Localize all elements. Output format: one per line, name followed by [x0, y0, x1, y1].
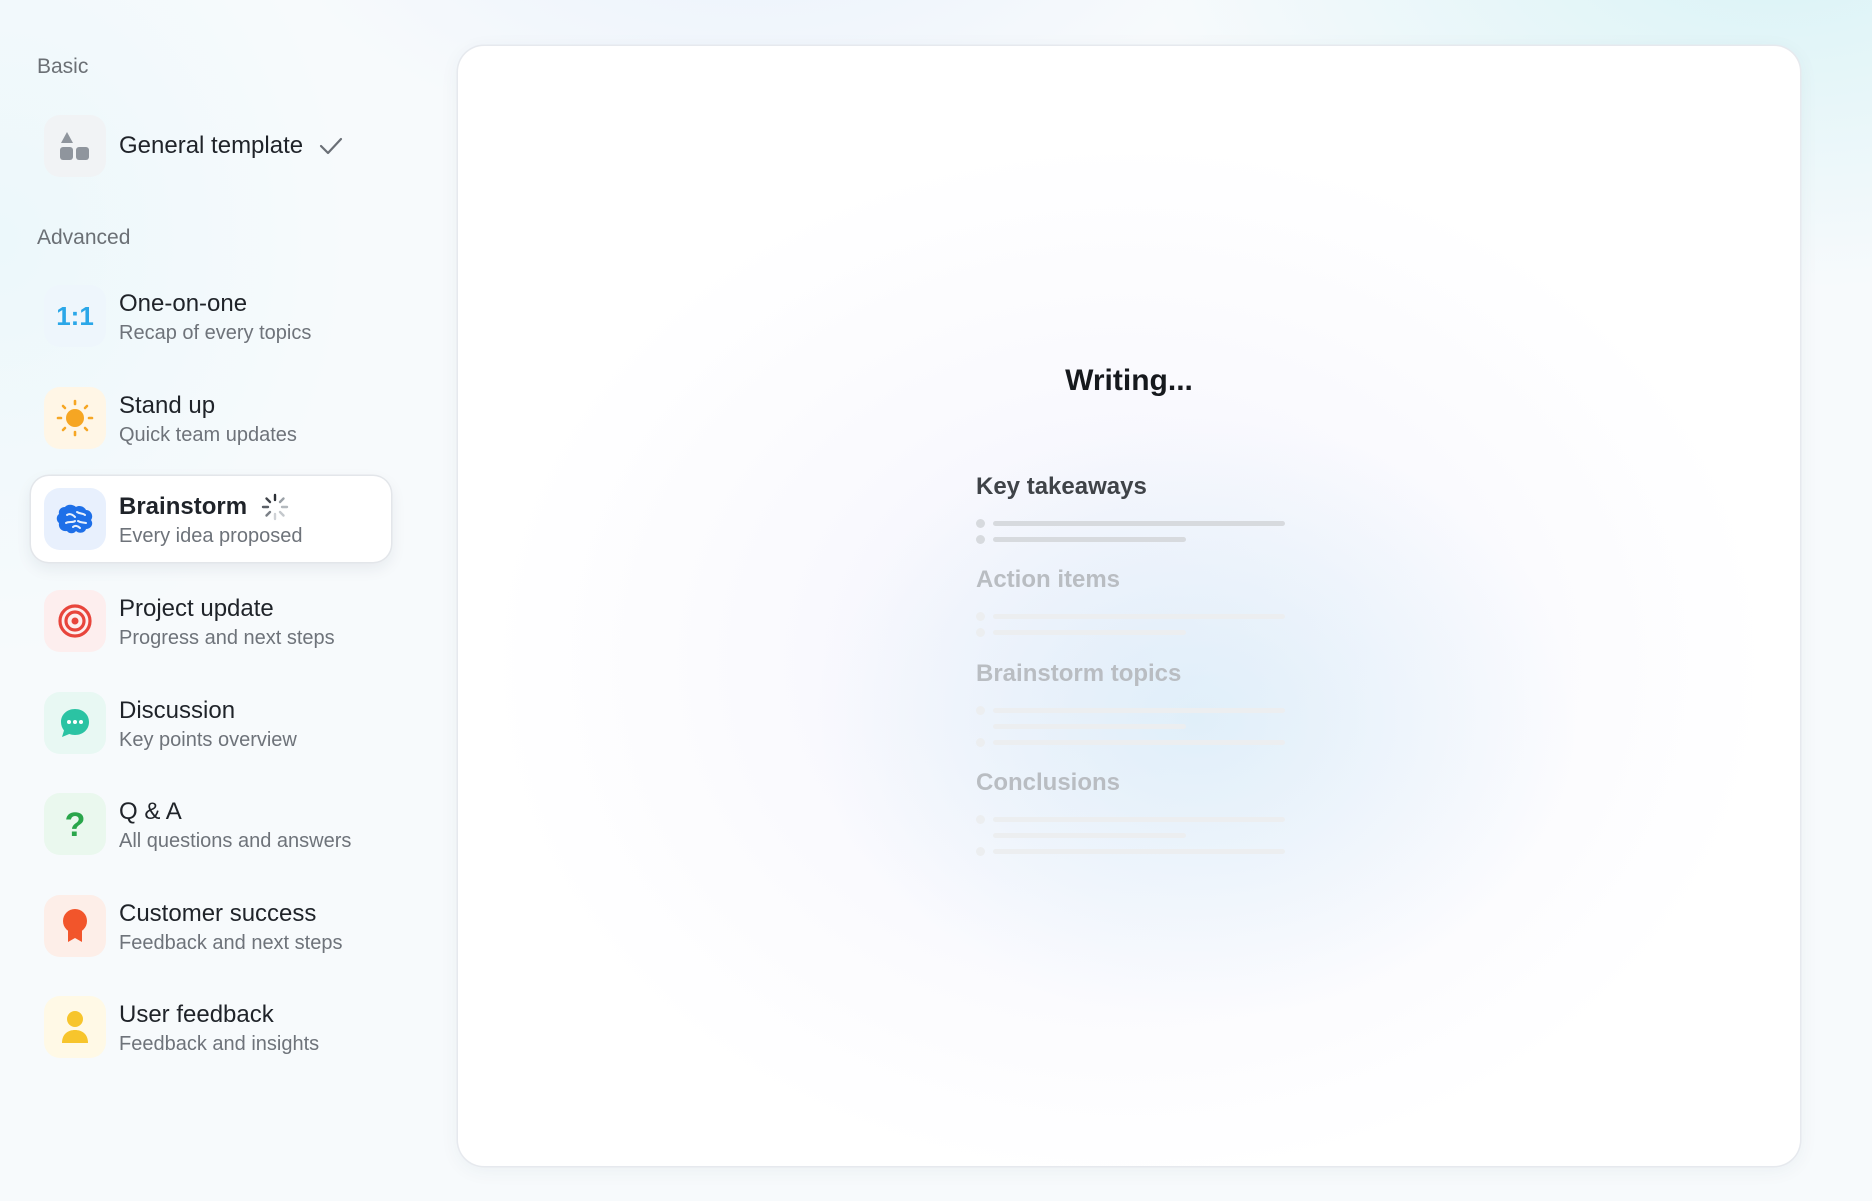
template-title: Project update [119, 595, 274, 622]
section-title: Conclusions [976, 769, 1121, 796]
summary-preview-panel: Writing... Key takeaways Action items Br… [458, 46, 1800, 1166]
shapes-icon [44, 115, 106, 177]
skeleton-line [976, 514, 1286, 530]
template-item-q-and-a[interactable]: ? Q & A All questions and answers [31, 781, 391, 867]
template-title: Stand up [119, 392, 216, 419]
template-title: Q & A [119, 798, 182, 825]
section-title: Brainstorm topics [976, 660, 1182, 687]
template-item-customer-success[interactable]: Customer success Feedback and next steps [31, 883, 391, 969]
sun-icon [44, 387, 106, 449]
template-title: Discussion [119, 697, 236, 724]
template-title: User feedback [119, 1001, 274, 1028]
summary-section-brainstorm-topics: Brainstorm topics [976, 659, 1286, 749]
template-subtitle: Recap of every topics [119, 322, 312, 344]
skeleton-line [976, 530, 1286, 546]
summary-section-action-items: Action items [976, 565, 1286, 639]
loading-spinner-icon [261, 493, 289, 521]
template-item-user-feedback[interactable]: User feedback Feedback and insights [31, 984, 391, 1070]
brain-icon [44, 488, 106, 550]
template-item-general[interactable]: General template [31, 103, 391, 189]
section-title: Key takeaways [976, 473, 1147, 500]
template-item-one-on-one[interactable]: 1:1 One-on-one Recap of every topics [31, 273, 391, 359]
template-title: Brainstorm [119, 493, 248, 520]
section-label-basic: Basic [37, 55, 89, 78]
section-label-advanced: Advanced [37, 226, 131, 249]
svg-text:?: ? [65, 806, 86, 842]
template-title: Customer success [119, 900, 317, 927]
template-item-project-update[interactable]: Project update Progress and next steps [31, 578, 391, 664]
template-item-stand-up[interactable]: Stand up Quick team updates [31, 375, 391, 461]
award-ribbon-icon [44, 895, 106, 957]
skeleton-line [976, 826, 1286, 842]
template-subtitle: All questions and answers [119, 830, 352, 852]
svg-text:1:1: 1:1 [56, 301, 94, 331]
user-icon [44, 996, 106, 1058]
summary-section-conclusions: Conclusions [976, 768, 1286, 858]
check-icon [319, 136, 343, 156]
skeleton-line [976, 717, 1286, 733]
template-item-brainstorm[interactable]: Brainstorm Every idea proposed [31, 476, 391, 562]
question-mark-icon: ? [44, 793, 106, 855]
skeleton-line [976, 607, 1286, 623]
template-subtitle: Quick team updates [119, 424, 297, 446]
one-on-one-icon: 1:1 [44, 285, 106, 347]
template-subtitle: Key points overview [119, 729, 297, 751]
skeleton-line [976, 810, 1286, 826]
summary-section-key-takeaways: Key takeaways [976, 472, 1286, 546]
section-title: Action items [976, 566, 1121, 593]
writing-status: Writing... [1065, 364, 1193, 397]
target-icon [44, 590, 106, 652]
chat-bubble-icon [44, 692, 106, 754]
template-item-discussion[interactable]: Discussion Key points overview [31, 680, 391, 766]
template-subtitle: Progress and next steps [119, 627, 335, 649]
template-subtitle: Feedback and insights [119, 1033, 320, 1055]
template-title: General template [119, 132, 304, 159]
template-title: One-on-one [119, 290, 248, 317]
skeleton-line [976, 701, 1286, 717]
template-sidebar: Basic General template Advanced 1:1 One-… [0, 0, 420, 1201]
skeleton-line [976, 733, 1286, 749]
template-subtitle: Feedback and next steps [119, 932, 343, 954]
skeleton-line [976, 842, 1286, 858]
skeleton-line [976, 623, 1286, 639]
template-subtitle: Every idea proposed [119, 525, 303, 547]
